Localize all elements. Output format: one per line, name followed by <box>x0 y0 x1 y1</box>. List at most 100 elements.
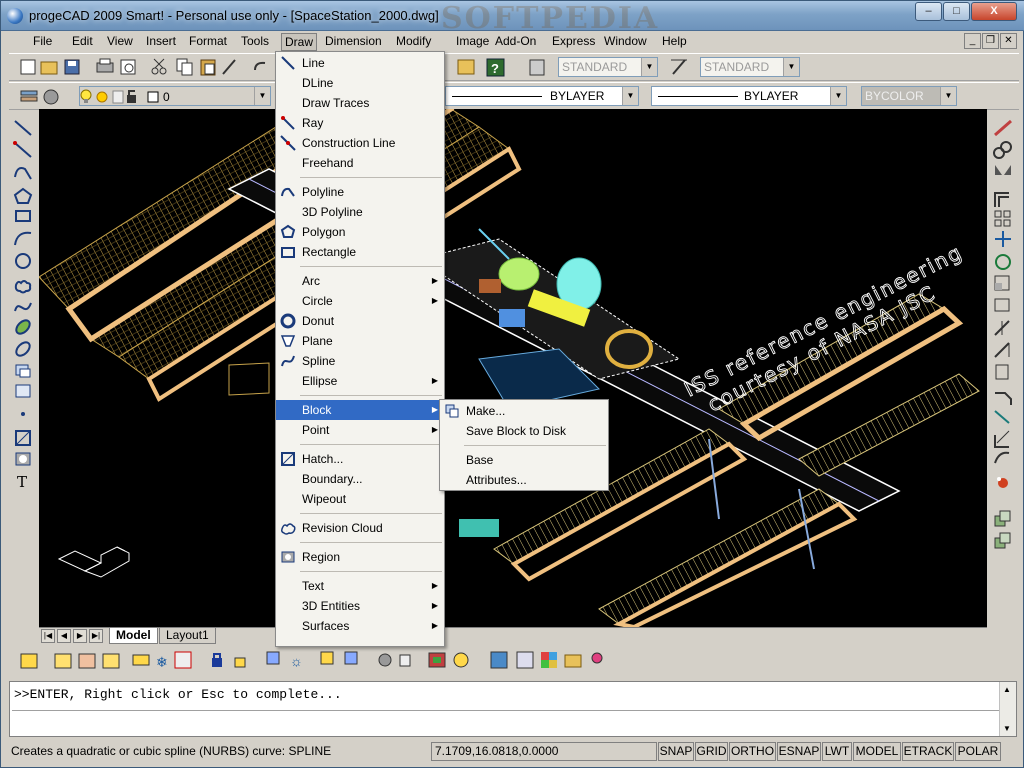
hatch-icon[interactable] <box>15 430 31 446</box>
image-icon[interactable] <box>457 59 475 75</box>
model-toggle[interactable]: MODEL <box>853 742 901 761</box>
open-icon[interactable] <box>40 61 58 75</box>
menu-item-line[interactable]: Line <box>276 53 444 73</box>
menu-item-ray[interactable]: Ray <box>276 113 444 133</box>
menu-item-3d-entities[interactable]: 3D Entities ▶ <box>276 596 444 616</box>
stretch-icon[interactable] <box>994 298 1010 312</box>
layer-state-icon[interactable] <box>43 89 59 105</box>
layer-change-icon[interactable] <box>78 653 96 669</box>
layer-off-icon[interactable] <box>132 654 150 666</box>
polyline-icon[interactable] <box>14 167 32 180</box>
prev-tab-button[interactable]: ◀ <box>57 629 71 643</box>
menu-express[interactable]: Express <box>549 33 598 51</box>
copy-icon[interactable] <box>176 58 193 76</box>
menu-view[interactable]: View <box>104 33 136 51</box>
layer-palette-icon[interactable] <box>428 652 446 668</box>
scale-icon[interactable] <box>994 275 1010 291</box>
layer-previous-icon[interactable] <box>994 510 1011 527</box>
chevron-down-icon[interactable]: ▼ <box>254 87 270 105</box>
doc-minimize-button[interactable]: _ <box>964 33 981 49</box>
ray-icon[interactable] <box>13 141 32 158</box>
menu-item-dline[interactable]: DLine <box>276 73 444 93</box>
text-icon[interactable]: T <box>17 473 27 491</box>
maximize-button[interactable]: □ <box>943 2 970 21</box>
layer-unisolate-icon[interactable] <box>399 654 411 667</box>
etrack-toggle[interactable]: ETRACK <box>902 742 954 761</box>
last-tab-button[interactable]: ▶| <box>89 629 103 643</box>
mirror-icon[interactable] <box>995 165 1011 175</box>
arc-icon[interactable] <box>14 231 32 246</box>
menu-format[interactable]: Format <box>186 33 230 51</box>
menu-item-arc[interactable]: Arc ▶ <box>276 271 444 291</box>
chevron-down-icon[interactable]: ▼ <box>830 87 846 105</box>
layer-freeze-icon[interactable]: ❄ <box>156 654 168 670</box>
layer-isolate-icon[interactable] <box>994 532 1011 549</box>
menu-item-ellipse[interactable]: Ellipse ▶ <box>276 371 444 391</box>
layer-lock-icon[interactable] <box>212 653 222 667</box>
spline-icon[interactable] <box>14 302 32 312</box>
command-input[interactable] <box>14 714 994 732</box>
undo-icon[interactable] <box>254 61 266 71</box>
snap-toggle[interactable]: SNAP <box>658 742 694 761</box>
submenu-item-attributes[interactable]: Attributes... <box>440 470 608 490</box>
menu-item-donut[interactable]: Donut <box>276 311 444 331</box>
trim-icon[interactable] <box>994 320 1010 336</box>
menu-item-text[interactable]: Text ▶ <box>276 576 444 596</box>
cut-icon[interactable] <box>151 58 167 75</box>
region-icon[interactable] <box>15 452 31 466</box>
layer-isolate-lock-icon[interactable] <box>378 653 392 667</box>
ellipse-icon[interactable] <box>14 318 32 336</box>
menu-item-3d-polyline[interactable]: 3D Polyline <box>276 202 444 222</box>
chamfer-icon[interactable] <box>995 392 1012 405</box>
text-style-combo[interactable]: STANDARD ▼ <box>558 57 658 77</box>
menu-item-block[interactable]: Block ▶ <box>276 400 444 420</box>
help-icon[interactable]: ? <box>486 58 505 77</box>
submenu-item-make[interactable]: Make... <box>440 401 608 421</box>
menu-item-polygon[interactable]: Polygon <box>276 222 444 242</box>
scroll-up-icon[interactable]: ▲ <box>1003 685 1011 694</box>
match-properties-icon[interactable] <box>222 59 236 75</box>
revision-cloud-icon[interactable] <box>14 280 32 294</box>
first-tab-button[interactable]: |◀ <box>41 629 55 643</box>
print-preview-icon[interactable] <box>120 59 136 75</box>
line-icon[interactable] <box>14 120 32 136</box>
app-icon[interactable] <box>7 8 23 24</box>
submenu-item-save-block-to-disk[interactable]: Save Block to Disk <box>440 421 608 441</box>
fillet-icon[interactable] <box>994 410 1010 424</box>
ortho-toggle[interactable]: ORTHO <box>729 742 776 761</box>
menu-dimension[interactable]: Dimension <box>322 33 385 51</box>
layer-on-all-icon[interactable] <box>266 651 280 665</box>
color-icon[interactable] <box>541 652 557 668</box>
chevron-down-icon[interactable]: ▼ <box>783 58 799 76</box>
title-bar[interactable]: progeCAD 2009 Smart! - Personal use only… <box>1 1 1024 36</box>
doc-close-button[interactable]: ✕ <box>1000 33 1017 49</box>
xref-icon[interactable] <box>490 651 508 669</box>
menu-item-plane[interactable]: Plane <box>276 331 444 351</box>
tab-layout1[interactable]: Layout1 <box>159 628 216 644</box>
menu-edit[interactable]: Edit <box>69 33 96 51</box>
menu-image[interactable]: Image <box>453 33 492 51</box>
offset-icon[interactable] <box>994 192 1009 207</box>
dim-style-icon[interactable] <box>671 59 687 75</box>
menu-item-point[interactable]: Point ▶ <box>276 420 444 440</box>
minimize-button[interactable]: – <box>915 2 942 21</box>
layer-all2-icon[interactable] <box>344 651 358 665</box>
lineweight-combo[interactable]: BYLAYER ▼ <box>651 86 847 106</box>
array-icon[interactable] <box>994 210 1011 227</box>
plotstyle-combo[interactable]: BYCOLOR ▼ <box>861 86 957 106</box>
menu-item-draw-traces[interactable]: Draw Traces <box>276 93 444 113</box>
menu-item-surfaces[interactable]: Surfaces ▶ <box>276 616 444 636</box>
menu-item-wipeout[interactable]: Wipeout <box>276 489 444 509</box>
text-style-icon[interactable] <box>529 59 545 76</box>
layer-merge-icon[interactable] <box>174 651 192 669</box>
save-icon[interactable] <box>64 59 80 75</box>
menu-help[interactable]: Help <box>659 33 690 51</box>
pin-icon[interactable] <box>591 652 603 664</box>
esnap-toggle[interactable]: ESNAP <box>777 742 821 761</box>
submenu-item-base[interactable]: Base <box>440 450 608 470</box>
raster-icon[interactable] <box>516 651 534 669</box>
linetype-combo[interactable]: BYLAYER ▼ <box>445 86 639 106</box>
menu-item-rectangle[interactable]: Rectangle <box>276 242 444 262</box>
chevron-down-icon[interactable]: ▼ <box>641 58 657 76</box>
menu-window[interactable]: Window <box>601 33 650 51</box>
